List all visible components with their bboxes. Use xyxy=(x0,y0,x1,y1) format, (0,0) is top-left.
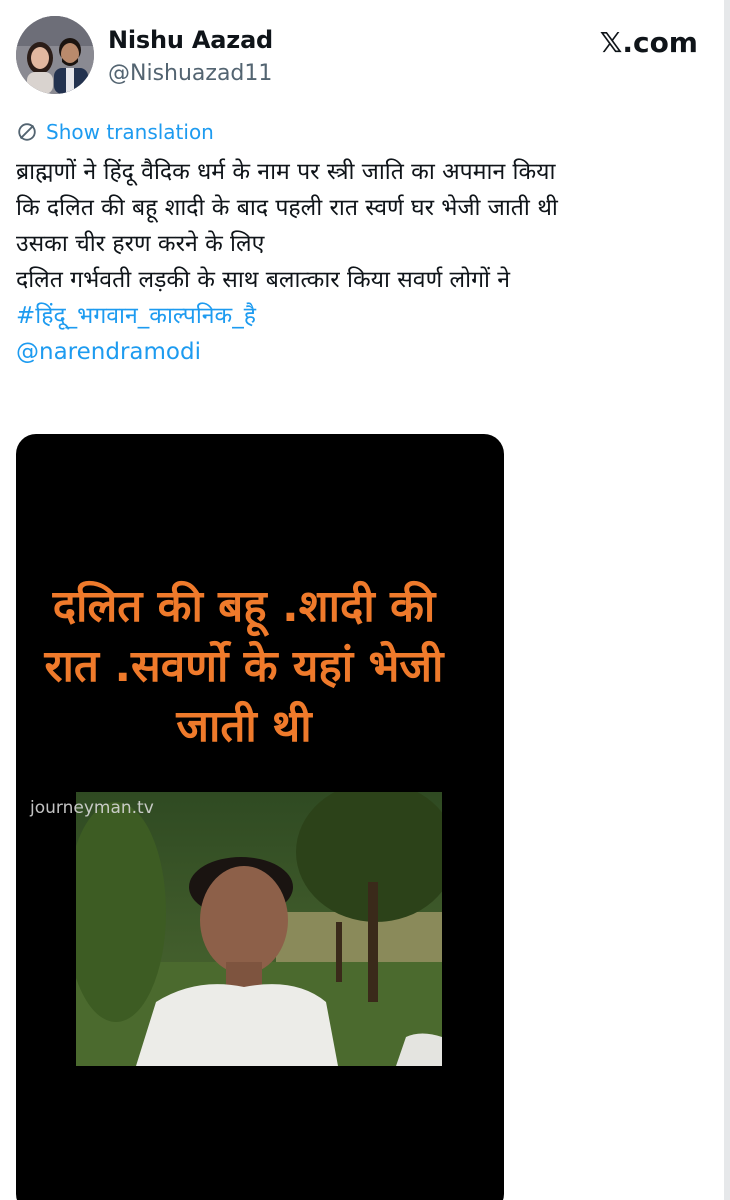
overlay-line: दलित की बहू .शादी की xyxy=(52,581,436,632)
author-name[interactable]: Nishu Aazad xyxy=(108,26,273,54)
tweet-text-line: ब्राह्मणों ने हिंदू वैदिक धर्म के नाम पर… xyxy=(16,159,556,185)
video-frame xyxy=(76,792,442,1066)
mention-link[interactable]: @narendramodi xyxy=(16,334,706,370)
tweet-text-line: उसका चीर हरण करने के लिए xyxy=(16,231,265,257)
tweet-text-line: कि दलित की बहू शादी के बाद पहली रात स्वर… xyxy=(16,195,558,221)
avatar-image xyxy=(16,16,94,94)
tweet-text: ब्राह्मणों ने हिंदू वैदिक धर्म के नाम पर… xyxy=(16,154,706,370)
avatar[interactable] xyxy=(16,16,94,94)
tweet-header: Nishu Aazad @Nishuazad11 𝕏.com xyxy=(16,16,706,96)
globe-icon xyxy=(18,123,36,141)
overlay-line: रात .सवर्णो के यहां भेजी xyxy=(44,641,444,692)
video-watermark: journeyman.tv xyxy=(30,798,154,818)
tweet-card: Nishu Aazad @Nishuazad11 𝕏.com Show tran… xyxy=(0,0,730,1200)
show-translation-link[interactable]: Show translation xyxy=(16,118,214,146)
x-logo: 𝕏.com xyxy=(599,26,698,59)
show-translation-label: Show translation xyxy=(46,120,214,144)
overlay-line: जाती थी xyxy=(176,701,312,752)
hashtag-link[interactable]: #हिंदू_भगवान_काल्पनिक_है xyxy=(16,298,706,334)
author-handle[interactable]: @Nishuazad11 xyxy=(108,61,272,86)
tweet-text-line: दलित गर्भवती लड़की के साथ बलात्कार किया … xyxy=(16,267,511,293)
video-overlay-caption: दलित की बहू .शादी की रात .सवर्णो के यहां… xyxy=(0,577,488,757)
video-frame-image xyxy=(76,792,442,1066)
